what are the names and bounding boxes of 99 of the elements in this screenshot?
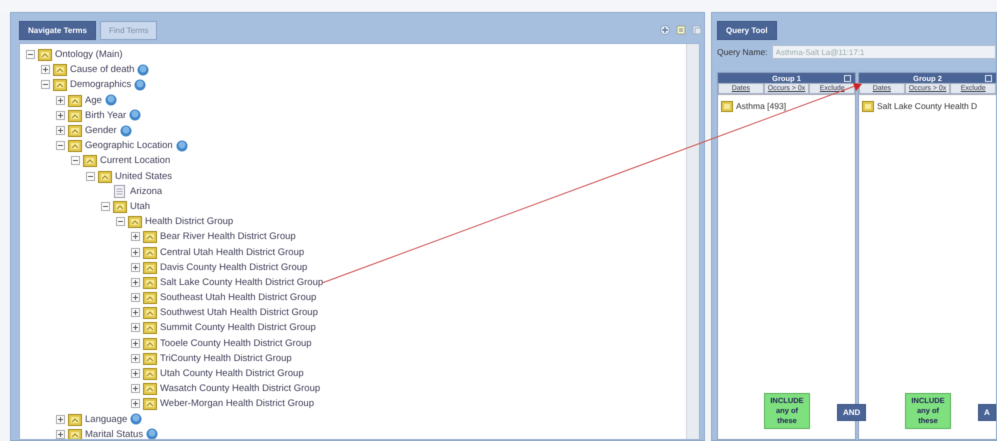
folder-icon xyxy=(68,428,82,439)
query-item[interactable]: Asthma [493] xyxy=(736,101,786,111)
tree-item[interactable]: Utah xyxy=(130,200,150,212)
info-icon[interactable] xyxy=(129,109,142,122)
document-icon xyxy=(113,184,127,198)
tree-item[interactable]: Central Utah Health District Group xyxy=(160,246,304,258)
collapse-icon[interactable] xyxy=(101,202,110,211)
expand-icon[interactable] xyxy=(131,384,140,394)
expand-icon[interactable] xyxy=(56,414,65,424)
expand-icon[interactable] xyxy=(56,96,65,105)
folder-icon xyxy=(862,100,874,112)
tree-item[interactable]: Age xyxy=(85,94,102,106)
tree-item[interactable]: Tooele County Health District Group xyxy=(160,338,312,349)
info-icon[interactable] xyxy=(146,428,158,439)
info-icon[interactable] xyxy=(176,140,188,152)
tree-item[interactable]: Marital Status xyxy=(85,428,144,439)
folder-icon xyxy=(143,306,157,320)
tree-item[interactable]: Weber-Morgan Health District Group xyxy=(160,398,314,410)
and-button[interactable]: AND xyxy=(837,404,866,421)
folder-icon xyxy=(143,230,157,244)
folder-icon xyxy=(53,78,67,92)
tree-item[interactable]: Language xyxy=(85,414,128,425)
folder-icon xyxy=(68,124,82,138)
tree-item[interactable]: Current Location xyxy=(100,155,170,166)
expand-icon[interactable] xyxy=(131,308,140,318)
folder-icon xyxy=(38,48,52,62)
tree-item[interactable]: Bear River Health District Group xyxy=(160,231,296,242)
query-item[interactable]: Salt Lake County Health D xyxy=(877,101,978,111)
info-icon[interactable] xyxy=(134,78,146,91)
tree-item[interactable]: Utah County Health District Group xyxy=(160,368,304,380)
collapse-icon[interactable] xyxy=(71,156,80,166)
tree-item[interactable]: Health District Group xyxy=(145,216,234,228)
tree-item[interactable]: Wasatch County Health District Group xyxy=(160,383,320,394)
folder-icon xyxy=(143,260,157,274)
expand-icon[interactable] xyxy=(41,65,50,74)
folder-icon xyxy=(143,367,157,380)
folder-icon xyxy=(68,94,82,107)
add-icon[interactable] xyxy=(660,25,670,35)
expand-icon[interactable] xyxy=(131,278,140,287)
folder-icon xyxy=(83,154,97,168)
folder-icon xyxy=(143,397,157,410)
folder-icon xyxy=(143,336,157,350)
collapse-icon[interactable] xyxy=(26,50,35,60)
expand-icon[interactable] xyxy=(131,262,140,272)
tree-item[interactable]: Arizona xyxy=(130,186,162,197)
folder-icon xyxy=(143,291,157,304)
expand-icon[interactable] xyxy=(56,110,65,120)
folder-icon xyxy=(68,108,82,122)
tree-item[interactable]: Southwest Utah Health District Group xyxy=(160,307,318,318)
tree-item[interactable]: Southeast Utah Health District Group xyxy=(160,292,316,304)
and-button[interactable]: A xyxy=(978,404,996,421)
tree-item[interactable]: TriCounty Health District Group xyxy=(160,352,292,364)
tree-item[interactable]: Davis County Health District Group xyxy=(160,262,308,273)
tree-item[interactable]: Summit County Health District Group xyxy=(160,322,316,334)
info-icon[interactable] xyxy=(120,124,132,137)
collapse-icon[interactable] xyxy=(86,172,95,181)
collapse-icon[interactable] xyxy=(116,217,125,226)
folder-icon xyxy=(143,382,157,396)
field-label: Query Name: xyxy=(717,47,768,57)
folder-icon xyxy=(53,63,67,76)
close-icon[interactable] xyxy=(985,75,992,82)
folder-icon xyxy=(113,200,127,213)
expand-icon[interactable] xyxy=(131,369,140,378)
folder-icon xyxy=(143,276,157,289)
expand-icon[interactable] xyxy=(56,126,65,136)
collapse-icon[interactable] xyxy=(41,80,50,90)
info-icon[interactable] xyxy=(137,64,150,76)
expand-icon[interactable] xyxy=(131,323,140,332)
folder-icon xyxy=(143,321,157,334)
folder-icon xyxy=(143,352,157,365)
folder-icon xyxy=(68,139,82,152)
expand-icon[interactable] xyxy=(56,430,65,439)
tree-item[interactable]: Geographic Location xyxy=(85,140,173,152)
expand-icon[interactable] xyxy=(131,232,140,242)
document-icon[interactable] xyxy=(676,25,686,35)
expand-icon[interactable] xyxy=(131,293,140,302)
folder-icon xyxy=(128,215,142,228)
tree-item[interactable]: Salt Lake County Health District Group xyxy=(160,276,324,288)
collapse-icon[interactable] xyxy=(56,141,65,150)
folder-icon xyxy=(721,100,733,112)
tab[interactable]: Query Tool xyxy=(717,20,777,40)
expand-icon[interactable] xyxy=(131,399,140,408)
scrollbar[interactable] xyxy=(686,44,699,439)
expand-icon[interactable] xyxy=(131,248,140,257)
folder-icon xyxy=(68,412,82,426)
tree-item[interactable]: Birth Year xyxy=(85,110,126,121)
tab[interactable]: Navigate Terms xyxy=(19,20,96,40)
folder-icon xyxy=(98,170,112,183)
expand-icon[interactable] xyxy=(131,338,140,348)
info-icon[interactable] xyxy=(130,413,142,426)
tree-item[interactable]: Gender xyxy=(85,125,117,136)
tree-item[interactable]: Cause of death xyxy=(70,64,134,76)
tree-item[interactable]: Demographics xyxy=(70,79,132,90)
info-icon[interactable] xyxy=(104,94,117,106)
folder-icon xyxy=(143,246,157,259)
tree-item[interactable]: United States xyxy=(115,170,172,182)
close-icon[interactable] xyxy=(844,75,851,82)
expand-icon[interactable] xyxy=(131,354,140,363)
tree-item[interactable]: Ontology (Main) xyxy=(55,49,123,60)
